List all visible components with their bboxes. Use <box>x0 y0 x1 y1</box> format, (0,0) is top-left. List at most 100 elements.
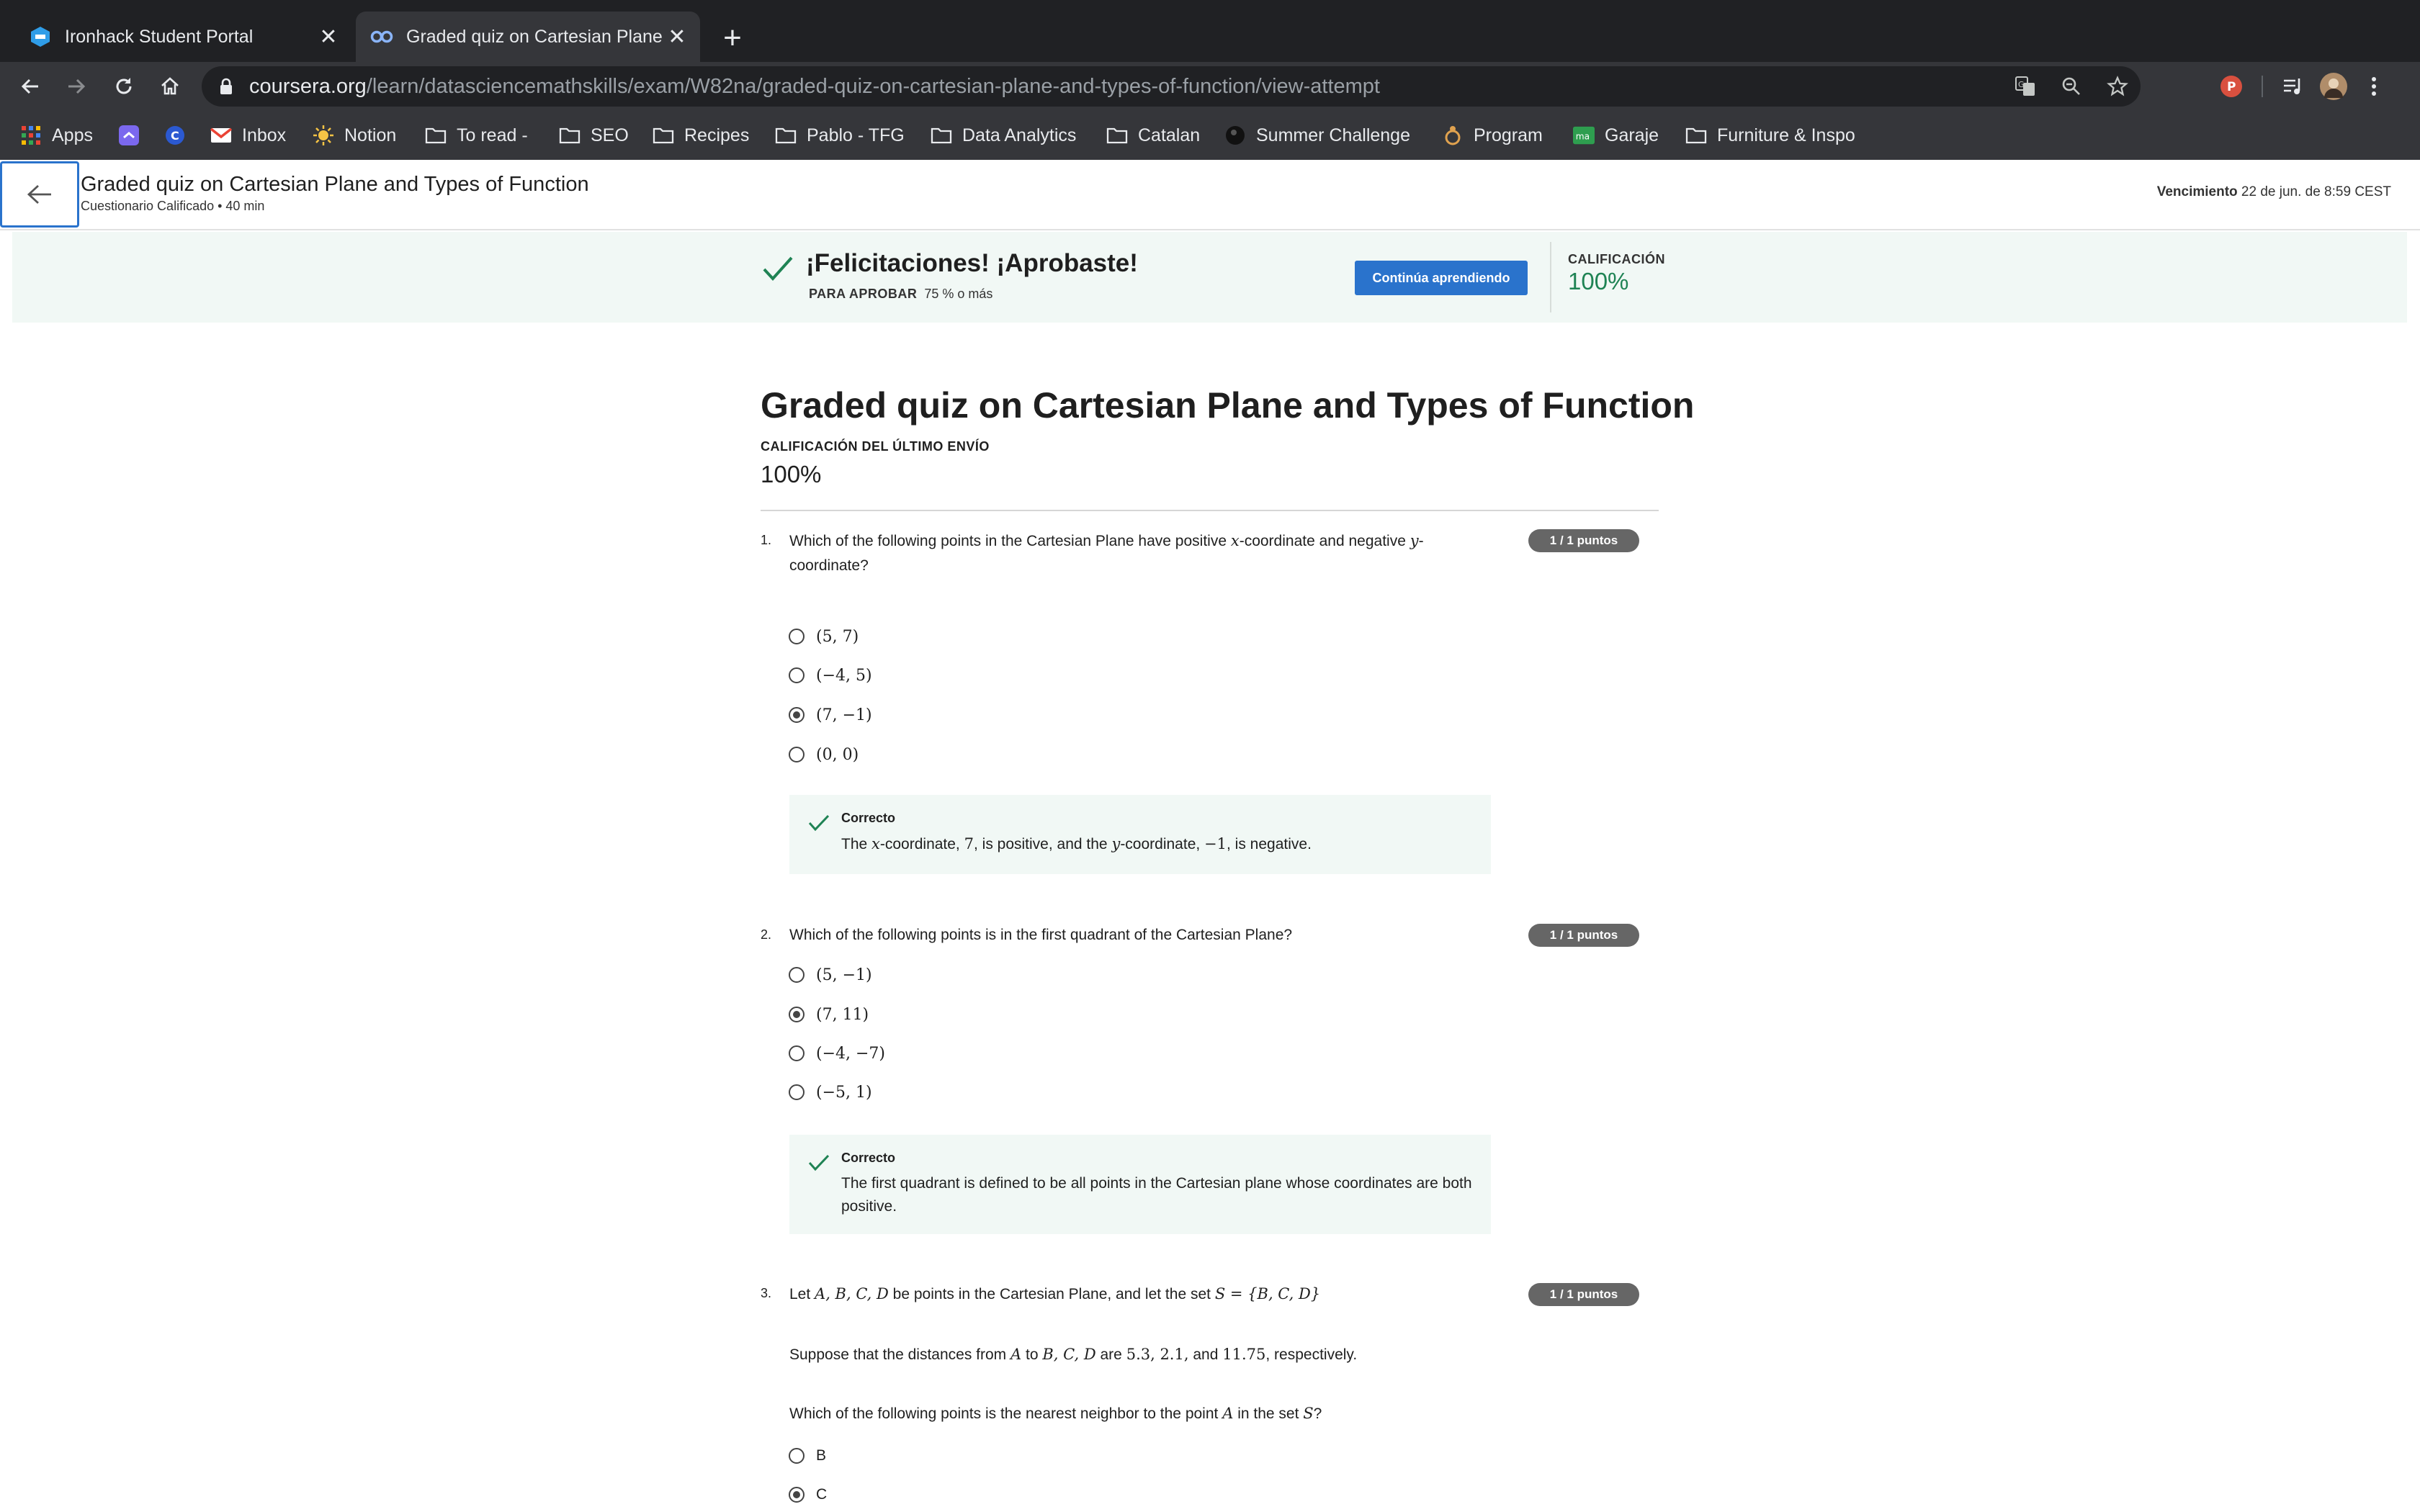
forward-arrow-icon[interactable] <box>58 68 95 105</box>
quiz-title: Graded quiz on Cartesian Plane and Types… <box>761 385 1695 426</box>
tab-title: Graded quiz on Cartesian Plane and Types… <box>406 26 663 47</box>
bookmark-catalan[interactable]: Catalan <box>1106 120 1200 151</box>
bookmark-star-icon[interactable] <box>2094 66 2141 107</box>
question-text: Which of the following points in the Car… <box>789 528 1481 578</box>
answer-option[interactable]: (−4, 5) <box>789 662 872 688</box>
answer-option[interactable]: (7, 11) <box>789 1002 869 1027</box>
math-variable: y <box>1410 532 1419 549</box>
folder-icon <box>425 125 447 146</box>
radio-button[interactable] <box>789 667 805 683</box>
radio-button[interactable] <box>789 629 805 644</box>
answer-option[interactable]: (7, −1) <box>789 702 872 728</box>
profile-extension-icon[interactable]: P <box>2211 68 2251 105</box>
math-variable: x <box>1230 532 1240 549</box>
option-label: (−4, −7) <box>816 1044 886 1063</box>
coursera-favicon-icon <box>370 25 393 48</box>
bookmark-seo[interactable]: SEO <box>559 120 629 151</box>
bookmark-summer-challenge[interactable]: Summer Challenge <box>1224 120 1410 151</box>
toolbar-divider <box>2251 68 2273 105</box>
radio-button[interactable] <box>789 1045 805 1061</box>
close-icon[interactable]: ✕ <box>663 22 691 51</box>
radio-button[interactable] <box>789 747 805 762</box>
tab-title: Ironhack Student Portal <box>65 26 254 47</box>
url-text: coursera.org/learn/datasciencemathskills… <box>249 75 1380 99</box>
url-host: coursera.org <box>249 74 367 98</box>
back-arrow-icon[interactable] <box>12 68 49 105</box>
answer-option[interactable]: C <box>789 1482 827 1508</box>
answer-option[interactable]: (5, −1) <box>789 962 872 988</box>
text-fragment: are <box>1095 1346 1126 1363</box>
bookmark-recipes[interactable]: Recipes <box>653 120 749 151</box>
bookmark-label: SEO <box>591 125 629 145</box>
math-number: 5.3, 2.1, <box>1126 1346 1189 1363</box>
radio-button[interactable] <box>789 967 805 983</box>
pass-value: 75 % o más <box>924 287 993 301</box>
menu-kebab-icon[interactable] <box>2354 68 2394 105</box>
text-fragment: and <box>1188 1346 1223 1363</box>
radio-button-selected[interactable] <box>789 707 805 723</box>
points-badge: 1 / 1 puntos <box>1528 1283 1639 1306</box>
bookmark-clickup[interactable] <box>118 120 150 151</box>
math-variable: S <box>1303 1405 1314 1422</box>
bookmark-label: To read - <box>457 125 528 145</box>
math-number: 11.75 <box>1222 1346 1266 1363</box>
radio-button-selected[interactable] <box>789 1007 805 1022</box>
text-fragment: -coordinate, <box>1120 836 1205 852</box>
bookmark-label: Apps <box>52 125 93 145</box>
answer-option[interactable]: (−4, −7) <box>789 1040 885 1066</box>
answer-option[interactable]: (5, 7) <box>789 624 859 649</box>
bookmark-furniture[interactable]: Furniture & Inspo <box>1685 120 1855 151</box>
congrats-message: ¡Felicitaciones! ¡Aprobaste! <box>806 249 1138 277</box>
bookmark-program[interactable]: Program <box>1442 120 1543 151</box>
bookmark-label: Summer Challenge <box>1256 125 1410 145</box>
bookmark-data-analytics[interactable]: Data Analytics <box>931 120 1076 151</box>
clickup-icon <box>118 125 140 146</box>
radio-button-selected[interactable] <box>789 1487 805 1503</box>
bookmark-to-read[interactable]: To read - <box>425 120 528 151</box>
answer-option[interactable]: (−5, 1) <box>789 1079 872 1105</box>
bookmark-notion[interactable]: Notion <box>313 120 396 151</box>
program-logo-icon <box>1442 125 1464 146</box>
points-badge: 1 / 1 puntos <box>1528 924 1639 947</box>
back-button[interactable] <box>0 161 79 228</box>
bookmark-garaje[interactable]: ma Garaje <box>1573 120 1659 151</box>
math-number: 7 <box>964 835 974 852</box>
math-variable: A <box>1222 1405 1234 1422</box>
grade-value: 100% <box>1568 268 1629 294</box>
bookmarks-bar: Apps C Inbox Notion To read - SEO Recipe… <box>0 111 2420 161</box>
radio-button[interactable] <box>789 1084 805 1100</box>
address-bar[interactable]: coursera.org/learn/datasciencemathskills… <box>202 66 2141 107</box>
bookmark-apps[interactable]: Apps <box>20 120 93 151</box>
translate-icon[interactable]: G <box>2002 66 2048 107</box>
lock-icon[interactable] <box>219 78 236 95</box>
bookmark-label: Inbox <box>242 125 287 145</box>
svg-text:C: C <box>171 129 179 143</box>
math-variable: x <box>871 835 880 852</box>
sun-icon <box>313 125 334 146</box>
last-submission-label: CALIFICACIÓN DEL ÚLTIMO ENVÍO <box>761 439 990 454</box>
bookmark-inbox[interactable]: Inbox <box>210 120 286 151</box>
pass-requirement: PARA APROBAR 75 % o más <box>809 287 992 302</box>
checkmark-icon <box>808 814 830 832</box>
new-tab-plus-icon[interactable]: + <box>714 20 750 56</box>
radio-button[interactable] <box>789 1448 805 1464</box>
close-icon[interactable]: ✕ <box>314 22 343 51</box>
bookmark-pablo-tfg[interactable]: Pablo - TFG <box>775 120 905 151</box>
continue-learning-button[interactable]: Continúa aprendiendo <box>1355 261 1528 295</box>
answer-option[interactable]: (0, 0) <box>789 742 859 768</box>
text-fragment: in the set <box>1233 1405 1304 1422</box>
tab-coursera[interactable]: Graded quiz on Cartesian Plane and Types… <box>356 12 700 62</box>
media-queue-icon[interactable] <box>2273 68 2313 105</box>
answer-option[interactable]: B <box>789 1443 826 1469</box>
question-number: 3. <box>761 1286 772 1300</box>
ironhack-favicon-icon <box>29 25 52 48</box>
question-paragraph: Suppose that the distances from A to B, … <box>789 1342 1582 1367</box>
text-fragment: ? <box>1313 1405 1322 1422</box>
zoom-icon[interactable] <box>2048 66 2094 107</box>
bookmark-extension[interactable]: C <box>164 120 196 151</box>
reload-icon[interactable] <box>105 68 143 105</box>
tab-ironhack[interactable]: Ironhack Student Portal ✕ <box>14 12 351 62</box>
feedback-title: Correcto <box>841 811 896 825</box>
avatar[interactable] <box>2313 68 2354 105</box>
home-icon[interactable] <box>151 68 189 105</box>
